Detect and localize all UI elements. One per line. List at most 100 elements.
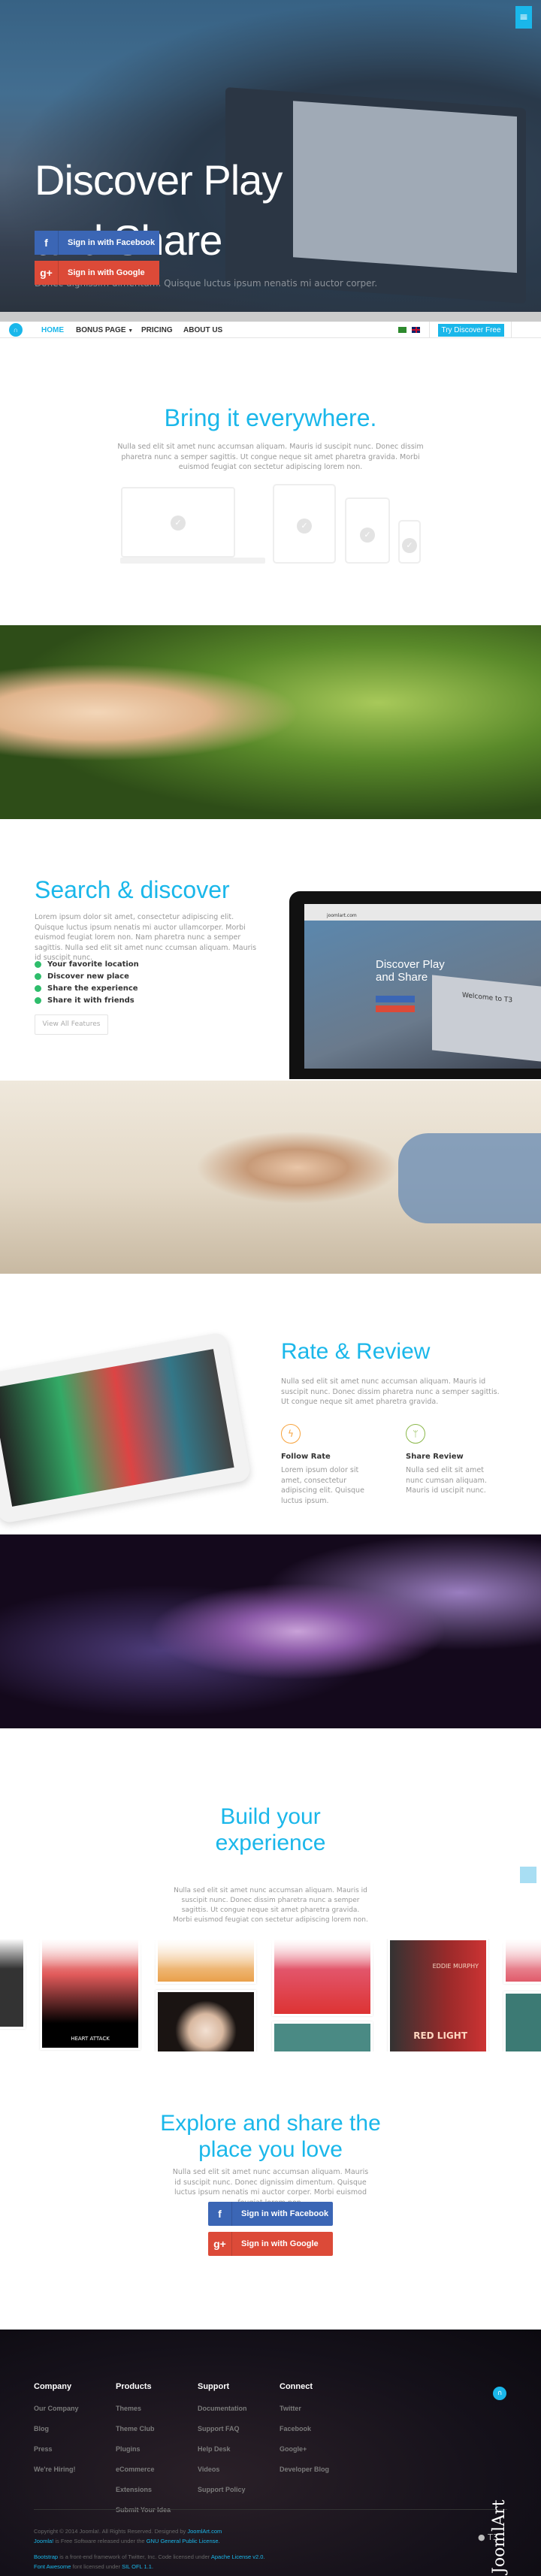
guitarist-photo: [0, 1534, 541, 1728]
search-text: Lorem ipsum dolor sit amet, consectetur …: [35, 913, 257, 962]
joomla-link[interactable]: Joomla!: [34, 2538, 53, 2544]
feature-item: Your favorite location: [35, 960, 139, 969]
explore-title: Explore and share the place you love: [160, 2111, 381, 2162]
footer-link[interactable]: Documentation: [198, 2405, 247, 2412]
nav-bonus-page[interactable]: BONUS PAGE ▼: [76, 326, 133, 334]
feature-item: Discover new place: [35, 972, 139, 981]
album-grid: HEART ATTACK EDDIE MURPHY RED LIGHT: [0, 1939, 541, 2051]
check-circle-icon: [35, 997, 41, 1004]
footer-link[interactable]: Themes: [116, 2405, 171, 2412]
view-all-features-button[interactable]: View All Features: [35, 1014, 108, 1035]
footer-link[interactable]: Plugins: [116, 2445, 171, 2453]
nav-home[interactable]: HOME: [41, 326, 64, 334]
footer-col-company: Company Our Company Blog Press We're Hiring!: [34, 2382, 79, 2473]
divider-strip: [0, 312, 541, 322]
facebook-signin-button[interactable]: f Sign in with Facebook: [35, 231, 159, 255]
follow-rate-text: Lorem ipsum dolor sit amet, consectetur …: [281, 1466, 364, 1505]
footer-link[interactable]: Blog: [34, 2425, 79, 2432]
footer-link[interactable]: We're Hiring!: [34, 2466, 79, 2473]
nav-about-us[interactable]: ABOUT US: [183, 326, 222, 334]
hero-section: ≡ Discover Playand Share Donec dignissim…: [0, 0, 541, 312]
headphones-logo-icon[interactable]: ∩: [9, 323, 23, 337]
google-signin-label: Sign in with Google: [68, 268, 145, 277]
flag-icon-uk[interactable]: [412, 327, 420, 333]
apache-link[interactable]: Apache License v2.0.: [211, 2553, 265, 2560]
scroll-to-top-button[interactable]: [520, 1867, 536, 1883]
facebook-signin-label: Sign in with Facebook: [68, 238, 156, 247]
mini-tablet-device-icon: ✓: [345, 497, 390, 564]
tablet-image: [0, 1331, 252, 1525]
footer-link[interactable]: Developer Blog: [280, 2466, 329, 2473]
footer-link[interactable]: Support Policy: [198, 2486, 247, 2493]
feature-item: Share the experience: [35, 984, 139, 993]
laptop-base: [120, 558, 265, 564]
main-navbar: ∩ HOME BONUS PAGE ▼ PRICING ABOUT US Try…: [0, 322, 541, 338]
feature-item: Share it with friends: [35, 996, 139, 1005]
footer-link[interactable]: eCommerce: [116, 2466, 171, 2473]
album-red-label: RED LIGHT: [413, 2030, 467, 2041]
woman-earphones-photo: [0, 625, 541, 819]
nav-bonus-label: BONUS PAGE: [76, 326, 126, 334]
nav-pricing[interactable]: PRICING: [141, 326, 173, 334]
footer-col-connect: Connect Twitter Facebook Google+ Developer B…: [280, 2382, 330, 2473]
check-icon: ✓: [360, 528, 375, 543]
build-text: Nulla sed elit sit amet nunc accumsan al…: [173, 1887, 368, 1924]
explore-facebook-signin-button[interactable]: f Sign in with Facebook: [208, 2202, 333, 2226]
girl-headphones-photo: [0, 1081, 541, 1274]
laptop-device-icon: ✓: [121, 487, 235, 558]
try-discover-free-button[interactable]: Try Discover Free: [438, 324, 504, 337]
footer-link[interactable]: Help Desk: [198, 2445, 247, 2453]
search-title: Search & discover: [35, 876, 230, 903]
mock-url: joomlart.com: [304, 904, 541, 921]
check-icon: ✓: [297, 519, 312, 534]
hamburger-icon[interactable]: ≡: [515, 6, 532, 29]
lightning-icon: ϟ: [281, 1424, 301, 1444]
footer-link[interactable]: Extensions: [116, 2486, 171, 2493]
follow-rate-title: Follow Rate: [281, 1453, 331, 1461]
footer-link[interactable]: Our Company: [34, 2405, 79, 2412]
copyright: Copyright © 2014 Joomla!. All Rights Res…: [34, 2528, 265, 2570]
google-plus-icon: g+: [35, 261, 59, 285]
fork-icon: ᛘ: [406, 1424, 425, 1444]
rate-text: Nulla sed elit sit amet nunc accumsan al…: [281, 1377, 500, 1406]
bootstrap-link[interactable]: Bootstrap: [34, 2553, 58, 2560]
tablet-device-icon: ✓: [273, 484, 336, 564]
check-circle-icon: [35, 961, 41, 968]
google-plus-icon: g+: [208, 2232, 232, 2256]
bring-text: Nulla sed elit sit amet nunc accumsan al…: [117, 443, 424, 471]
build-title: Build your experience: [215, 1804, 326, 1855]
joomlart-brand-logo: JoomlArt: [490, 2499, 509, 2574]
footer-link[interactable]: Videos: [198, 2466, 247, 2473]
facebook-icon: f: [35, 231, 59, 255]
flag-icon-other[interactable]: [398, 327, 407, 333]
album-eddie-murphy: EDDIE MURPHY RED LIGHT: [388, 1939, 488, 2051]
caret-down-icon: ▼: [128, 328, 134, 334]
footer-link[interactable]: Facebook: [280, 2425, 329, 2432]
footer-link[interactable]: Theme Club: [116, 2425, 171, 2432]
joomlart-link[interactable]: JoomlArt.com: [187, 2528, 222, 2535]
footer-col-support: Support Documentation Support FAQ Help Desk…: [198, 2382, 247, 2493]
hero-title-line1: Discover Play: [35, 156, 283, 204]
footer-link[interactable]: Twitter: [280, 2405, 329, 2412]
footer-link[interactable]: Press: [34, 2445, 79, 2453]
google-signin-button[interactable]: g+ Sign in with Google: [35, 261, 159, 285]
check-icon: ✓: [171, 516, 186, 531]
sil-link[interactable]: SIL OFL 1.1.: [122, 2563, 153, 2570]
t3-icon: ●: [478, 2532, 485, 2542]
font-awesome-link[interactable]: Font Awesome: [34, 2563, 71, 2570]
explore-google-signin-button[interactable]: g+ Sign in with Google: [208, 2232, 333, 2256]
check-icon: ✓: [402, 538, 417, 553]
footer-divider: [34, 2509, 507, 2510]
footer-link[interactable]: Submit Your Idea: [116, 2506, 171, 2514]
feature-list: Your favorite location Discover new plac…: [35, 960, 139, 1008]
footer-col-products: Products Themes Theme Club Plugins eCommerce…: [116, 2382, 171, 2514]
share-review-title: Share Review: [406, 1453, 464, 1461]
check-circle-icon: [35, 985, 41, 992]
headphones-logo-icon[interactable]: ∩: [493, 2387, 506, 2400]
footer-link[interactable]: Support FAQ: [198, 2425, 247, 2432]
gpl-link[interactable]: GNU General Public License.: [147, 2538, 220, 2544]
share-review-text: Nulla sed elit sit amet nunc cumsan aliq…: [406, 1466, 487, 1495]
bring-title: Bring it everywhere.: [164, 404, 377, 431]
phone-device-icon: ✓: [398, 520, 421, 564]
footer-link[interactable]: Google+: [280, 2445, 329, 2453]
